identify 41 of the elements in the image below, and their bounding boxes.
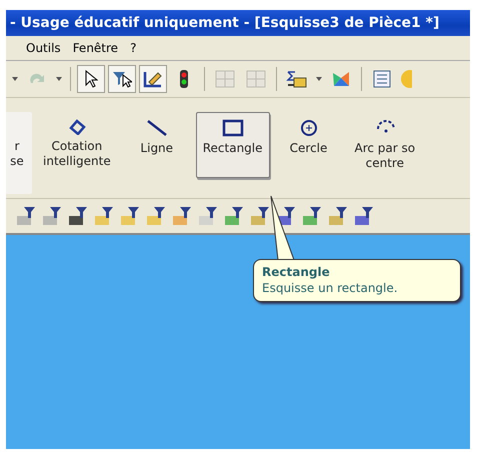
sketch-pencil-icon[interactable] <box>143 70 163 88</box>
tooltip-title: Rectangle <box>262 264 331 280</box>
command-button[interactable]: Cotation intelligente <box>36 112 118 194</box>
line-icon <box>146 119 168 137</box>
dimension-icon <box>68 119 86 135</box>
dropdown-arrow-icon[interactable] <box>56 77 62 81</box>
selection-filter-icon[interactable] <box>328 206 348 226</box>
selection-filter-icon[interactable] <box>224 206 244 226</box>
command-button[interactable]: Ligne <box>122 112 192 194</box>
selection-filter-icon[interactable] <box>68 206 88 226</box>
selection-filter-icon[interactable] <box>120 206 140 226</box>
selection-filter-icon[interactable] <box>250 206 270 226</box>
dropdown-arrow-icon[interactable] <box>316 77 322 81</box>
menu-item[interactable]: Fenêtre <box>72 41 118 55</box>
selection-filter-icon[interactable] <box>94 206 114 226</box>
command-button[interactable]: Rectangle <box>196 112 270 178</box>
filter-pointer-icon[interactable] <box>112 70 132 88</box>
toolbar-button[interactable] <box>108 65 136 93</box>
toolbar-button[interactable] <box>77 65 105 93</box>
window-title: - Usage éducatif uniquement - [Esquisse3 de Pièce1 *] <box>6 10 470 36</box>
selection-filter-icon[interactable] <box>354 206 374 226</box>
toolbar-button[interactable] <box>139 65 167 93</box>
rectangle-icon <box>222 119 244 137</box>
list-icon[interactable] <box>373 70 391 88</box>
selection-filter-icon[interactable] <box>146 206 166 226</box>
dropdown-arrow-icon[interactable] <box>12 77 18 81</box>
circle-icon <box>300 119 318 137</box>
pointer-icon[interactable] <box>84 70 98 88</box>
menu-item[interactable]: Outils <box>26 41 61 55</box>
tooltip-text: Esquisse un rectangle. <box>262 280 399 296</box>
selection-filter-icon[interactable] <box>198 206 218 226</box>
selection-filter-icon[interactable] <box>172 206 192 226</box>
selection-filter-icon[interactable] <box>16 206 36 226</box>
measure-icon[interactable] <box>286 70 308 88</box>
command-button[interactable]: Cercle <box>274 112 344 194</box>
traffic-light-icon[interactable] <box>180 70 188 88</box>
selection-filter-icon[interactable] <box>42 206 62 226</box>
command-button[interactable]: Arc par so centre <box>348 112 422 194</box>
menu-item[interactable]: ? <box>130 41 136 55</box>
command-button[interactable]: r se <box>6 112 32 194</box>
selection-filter-icon[interactable] <box>302 206 322 226</box>
